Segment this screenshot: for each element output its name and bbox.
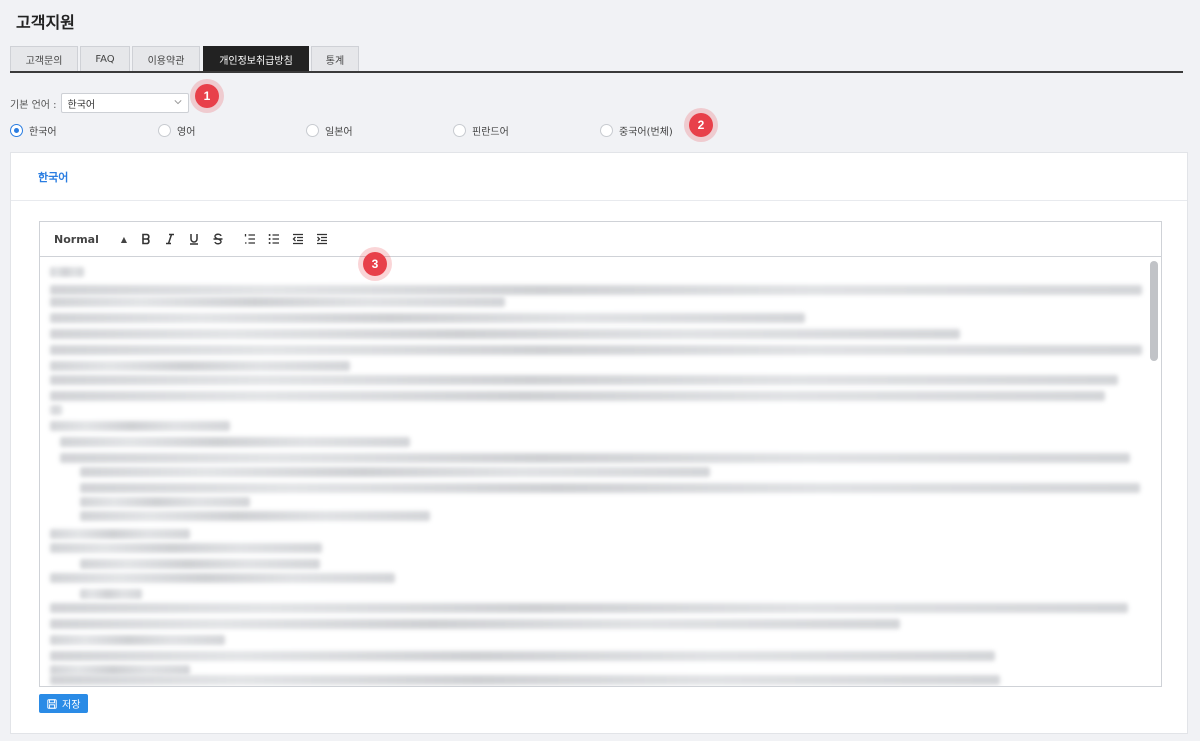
tab-terms[interactable]: 이용약관	[132, 46, 200, 71]
annotation-marker-3: 3	[363, 252, 387, 276]
annotation-marker-2: 2	[689, 113, 713, 137]
blurred-text-line	[50, 675, 1000, 685]
blurred-text-line	[80, 589, 142, 599]
radio-dot	[10, 124, 23, 137]
language-select-value: 한국어	[67, 99, 96, 111]
radio-dot	[453, 124, 466, 137]
outdent-button[interactable]	[286, 227, 310, 251]
radio-label: 핀란드어	[472, 127, 509, 138]
blurred-text-line	[50, 405, 62, 415]
blurred-text-line	[50, 361, 350, 371]
save-button[interactable]: 저장	[39, 694, 89, 713]
blurred-text-line	[80, 497, 250, 507]
blurred-text-line	[80, 483, 1140, 493]
format-select-value: Normal	[54, 232, 99, 246]
radio-korean[interactable]: 한국어	[10, 123, 57, 138]
save-icon	[47, 698, 57, 709]
strikethrough-icon	[213, 233, 223, 245]
ordered-list-button[interactable]	[238, 227, 262, 251]
language-radio-group: 한국어 영어 일본어 핀란드어 중국어(번체)	[0, 123, 1200, 141]
blurred-text-line	[50, 665, 190, 675]
format-select[interactable]: Normal ▲︎	[54, 233, 134, 246]
radio-dot	[158, 124, 171, 137]
blurred-text-line	[50, 267, 84, 277]
blurred-text-line	[50, 635, 225, 645]
tab-privacy-policy[interactable]: 개인정보취급방침	[203, 46, 309, 71]
blurred-text-line	[50, 329, 960, 339]
blurred-text-line	[50, 619, 900, 629]
editor-toolbar: Normal ▲︎	[40, 222, 1161, 257]
italic-button[interactable]	[158, 227, 182, 251]
radio-english[interactable]: 영어	[158, 123, 195, 138]
radio-label: 중국어(번체)	[619, 127, 673, 138]
bullet-list-icon	[268, 234, 279, 244]
editor-scrollbar[interactable]	[1150, 261, 1158, 361]
editor-content[interactable]	[40, 257, 1161, 686]
blurred-text-line	[60, 453, 1130, 463]
radio-dot	[600, 124, 613, 137]
blurred-text-line	[50, 375, 1118, 385]
ordered-list-icon	[244, 234, 255, 244]
radio-chinese-traditional[interactable]: 중국어(번체)	[600, 123, 673, 138]
panel-language-title: 한국어	[38, 170, 69, 184]
save-button-label: 저장	[62, 700, 81, 711]
page-title: 고객지원	[16, 13, 75, 32]
blurred-text-line	[50, 391, 1105, 401]
blurred-text-line	[50, 297, 505, 307]
blurred-text-line	[50, 573, 395, 583]
blurred-text-line	[80, 511, 430, 521]
radio-label: 영어	[177, 127, 196, 138]
annotation-marker-1: 1	[195, 84, 219, 108]
bullet-list-button[interactable]	[262, 227, 286, 251]
underline-icon	[190, 234, 198, 245]
blurred-text-line	[80, 467, 710, 477]
indent-icon	[317, 233, 327, 245]
bold-button[interactable]	[134, 227, 158, 251]
language-label: 기본 언어 :	[10, 99, 57, 111]
panel-header: 한국어	[11, 153, 1187, 201]
blurred-text-line	[50, 543, 322, 553]
rich-text-editor: Normal ▲︎	[39, 221, 1162, 687]
strikethrough-button[interactable]	[206, 227, 230, 251]
language-selector-row: 기본 언어 : 한국어	[10, 93, 189, 113]
radio-finnish[interactable]: 핀란드어	[453, 123, 509, 138]
tab-statistics[interactable]: 통계	[311, 46, 359, 71]
radio-japanese[interactable]: 일본어	[306, 123, 353, 138]
radio-label: 일본어	[325, 127, 353, 138]
radio-label: 한국어	[29, 127, 57, 138]
bold-icon	[142, 233, 150, 245]
blurred-text-line	[50, 313, 805, 323]
blurred-text-line	[50, 603, 1128, 613]
content-panel: 한국어 Normal ▲︎ 저장	[10, 152, 1188, 734]
language-select[interactable]: 한국어	[60, 93, 189, 113]
blurred-text-line	[80, 559, 320, 569]
blurred-text-line	[50, 421, 230, 431]
outdent-icon	[292, 233, 303, 245]
chevron-down-icon	[173, 100, 182, 105]
blurred-text-line	[50, 345, 1142, 355]
blurred-text-line	[50, 651, 995, 661]
underline-button[interactable]	[182, 227, 206, 251]
updown-arrow-icon: ▲︎	[120, 234, 127, 244]
blurred-text-line	[50, 285, 1142, 295]
indent-button[interactable]	[310, 227, 334, 251]
italic-icon	[166, 233, 174, 245]
radio-dot	[306, 124, 319, 137]
tab-bar: 고객문의 FAQ 이용약관 개인정보취급방침 통계	[10, 46, 1183, 73]
blurred-text-line	[50, 529, 190, 539]
tab-faq[interactable]: FAQ	[80, 46, 130, 71]
blurred-text-line	[60, 437, 410, 447]
tab-inquiry[interactable]: 고객문의	[10, 46, 78, 71]
